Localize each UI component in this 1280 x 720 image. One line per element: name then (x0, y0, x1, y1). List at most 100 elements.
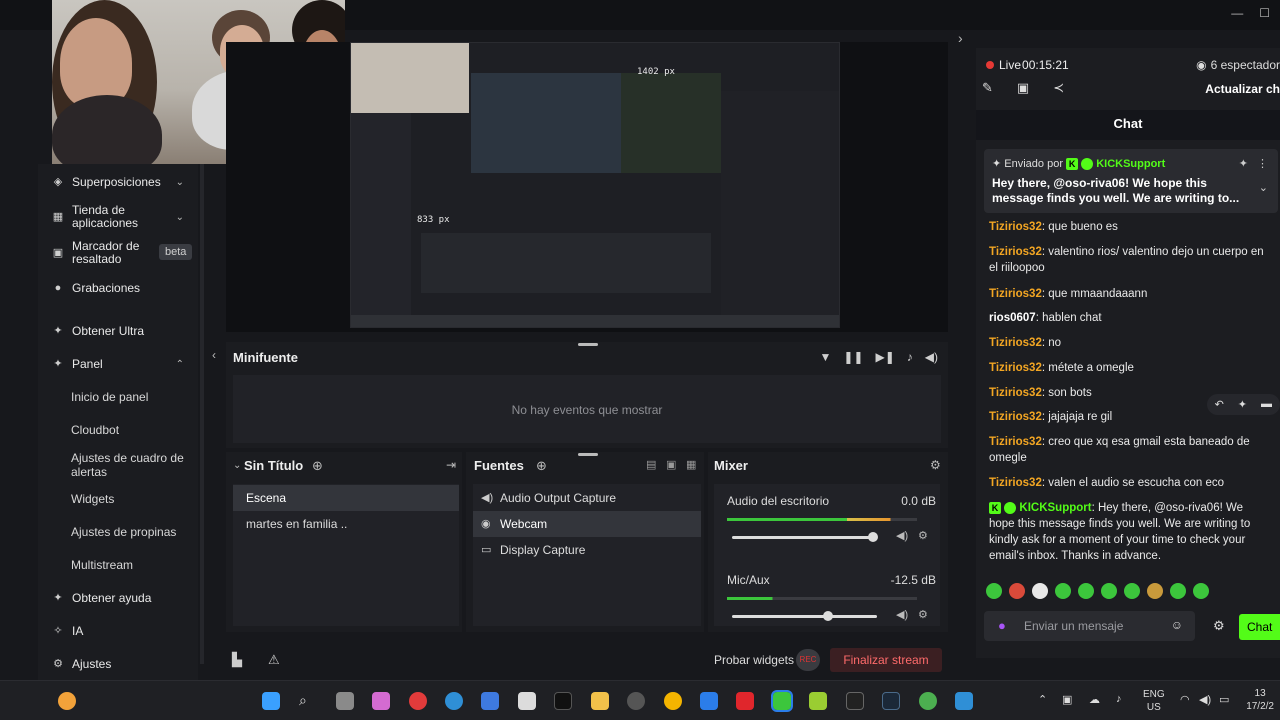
sidebar-item-overlays[interactable]: ◈ Superposiciones ⌄ (52, 175, 192, 189)
cloud-icon[interactable]: ☁ (1089, 693, 1100, 706)
emote-icon[interactable] (1193, 583, 1209, 599)
wifi-icon[interactable]: ◠ (1180, 693, 1190, 706)
mute-icon[interactable]: ◀) (896, 529, 908, 542)
chat-username[interactable]: Tizirios32 (989, 246, 1042, 258)
search-icon[interactable]: ⌕ (299, 692, 317, 710)
battery-icon[interactable]: ▭ (1219, 693, 1229, 706)
epic-icon[interactable] (846, 692, 864, 710)
language-indicator[interactable]: ENG US (1143, 688, 1165, 714)
app-alt-icon[interactable] (955, 692, 973, 710)
chat-username[interactable]: Tizirios32 (989, 337, 1042, 349)
gear-icon[interactable]: ⚙ (930, 458, 941, 472)
mute-icon[interactable]: ◀) (896, 608, 908, 621)
obs-icon[interactable] (627, 692, 645, 710)
collapse-icon[interactable]: ⇥ (446, 458, 456, 472)
emote-icon[interactable] (1124, 583, 1140, 599)
volume-tray-icon[interactable]: ◀) (1199, 693, 1211, 706)
chat-message[interactable]: Tizirios32: que bueno es (989, 219, 1265, 235)
sidebar-subitem-alert-box[interactable]: Ajustes de cuadro de alertas (71, 451, 187, 479)
wps-icon[interactable] (736, 692, 754, 710)
chat-username[interactable]: Tizirios32 (989, 221, 1042, 233)
share-icon[interactable]: ≺ (1053, 80, 1064, 96)
chat-message[interactable]: Tizirios32: valen el audio se escucha co… (989, 475, 1265, 491)
chat-message[interactable]: rios0607: hablen chat (989, 310, 1265, 326)
chevron-left-icon[interactable]: ‹ (212, 348, 216, 362)
tray-chevron-icon[interactable]: ⌃ (1038, 693, 1047, 706)
sidebar-item-highlighter[interactable]: ▣ Marcador de resaltado (52, 240, 147, 266)
folder-app-icon[interactable] (591, 692, 609, 710)
sidebar-item-app-store[interactable]: ▦ Tienda de aplicaciones ⌄ (52, 204, 192, 230)
dock-drag-handle[interactable] (578, 343, 598, 346)
chevron-right-icon[interactable]: › (958, 30, 963, 46)
unpin-icon[interactable]: ✦ (1239, 157, 1248, 170)
chat-username[interactable]: Tizirios32 (989, 411, 1042, 423)
dashboard-icon[interactable]: ▣ (1017, 80, 1029, 96)
emote-icon[interactable] (986, 583, 1002, 599)
pinned-username[interactable]: KICKSupport (1096, 158, 1165, 170)
mic-tray-icon[interactable]: ♪ (1116, 693, 1122, 705)
copilot-icon[interactable] (372, 692, 390, 710)
sidebar-subitem-dashboard-home[interactable]: Inicio de panel (71, 390, 148, 404)
tiktok-icon[interactable] (554, 692, 572, 710)
bell-icon[interactable]: ♪ (907, 350, 913, 364)
chat-send-button[interactable]: Chat (1239, 614, 1280, 640)
game-icon[interactable] (809, 692, 827, 710)
dock-drag-handle[interactable] (578, 453, 598, 456)
notification-icon[interactable] (58, 692, 76, 710)
task-view-icon[interactable] (336, 692, 354, 710)
sidebar-item-help[interactable]: ✦ Obtener ayuda (52, 591, 151, 605)
channel-gear-icon[interactable]: ⚙ (918, 529, 928, 542)
filter-source-icon[interactable]: ▦ (686, 458, 696, 471)
source-item[interactable]: ▭ Display Capture (473, 537, 701, 563)
microphone-icon[interactable]: ● (998, 618, 1006, 633)
sidebar-item-ai[interactable]: ✧ IA (52, 624, 83, 638)
reply-icon[interactable]: ↶ (1215, 398, 1224, 411)
emote-icon[interactable] (1078, 583, 1094, 599)
store-app-icon[interactable] (518, 692, 536, 710)
record-button[interactable]: REC (796, 649, 820, 671)
chat-settings-icon[interactable]: ⚙ (1213, 618, 1225, 634)
sidebar-scrollbar[interactable] (200, 164, 204, 664)
delete-icon[interactable]: ▬ (1261, 398, 1272, 411)
tray-app-icon[interactable]: ▣ (1062, 693, 1072, 706)
sidebar-subitem-widgets[interactable]: Widgets (71, 492, 114, 506)
emote-icon[interactable] (1009, 583, 1025, 599)
chevron-down-icon[interactable]: ⌄ (233, 460, 241, 471)
channel-gear-icon[interactable]: ⚙ (918, 608, 928, 621)
edge-icon[interactable] (445, 692, 463, 710)
streamlabs-icon[interactable] (771, 690, 793, 712)
chat-message[interactable]: Tizirios32: métete a omegle (989, 360, 1265, 376)
source-item[interactable]: ◀) Audio Output Capture (473, 485, 701, 511)
alert-icon[interactable]: ⚠ (268, 652, 280, 668)
stream-preview[interactable]: 1402 px 833 px (350, 42, 840, 328)
refresh-chat-button[interactable]: Actualizar ch (1205, 82, 1280, 96)
emote-icon[interactable] (1055, 583, 1071, 599)
more-icon[interactable]: ⋮ (1257, 157, 1268, 170)
emoji-icon[interactable]: ☺ (1171, 618, 1183, 632)
sidebar-subitem-tips[interactable]: Ajustes de propinas (71, 525, 176, 539)
chat-username[interactable]: Tizirios32 (989, 436, 1042, 448)
sidebar-subitem-cloudbot[interactable]: Cloudbot (71, 423, 119, 437)
chat-input[interactable]: ● Enviar un mensaje ☺ (984, 611, 1195, 641)
chat-username[interactable]: Tizirios32 (989, 387, 1042, 399)
chrome-icon[interactable] (664, 692, 682, 710)
emote-icon[interactable] (1147, 583, 1163, 599)
source-item[interactable]: ◉ Webcam (473, 511, 701, 537)
sidebar-subitem-multistream[interactable]: Multistream (71, 558, 133, 572)
chat-username[interactable]: rios0607 (989, 312, 1036, 324)
start-icon[interactable] (262, 692, 280, 710)
sidebar-item-settings[interactable]: ⚙ Ajustes (52, 657, 111, 671)
sidebar-item-recordings[interactable]: ● Grabaciones (52, 281, 140, 295)
chat-message[interactable]: K KICKSupport: Hey there, @oso-riva06! W… (989, 500, 1265, 564)
scene-item[interactable]: Escena (233, 485, 459, 511)
volume-slider-track[interactable] (732, 536, 877, 539)
pin-message-icon[interactable]: ✦ (1238, 398, 1247, 411)
emote-icon[interactable] (1101, 583, 1117, 599)
sidebar-item-panel[interactable]: ✦ Panel ⌃ (52, 357, 192, 371)
end-stream-button[interactable]: Finalizar stream (830, 648, 942, 672)
add-source-icon[interactable]: ⊕ (536, 458, 547, 474)
edit-icon[interactable]: ✎ (982, 80, 993, 96)
chat-message[interactable]: Tizirios32: valentino rios/ valentino de… (989, 244, 1265, 276)
minimize-icon[interactable]: — (1231, 6, 1243, 20)
stats-icon[interactable]: ▙ (232, 652, 242, 668)
